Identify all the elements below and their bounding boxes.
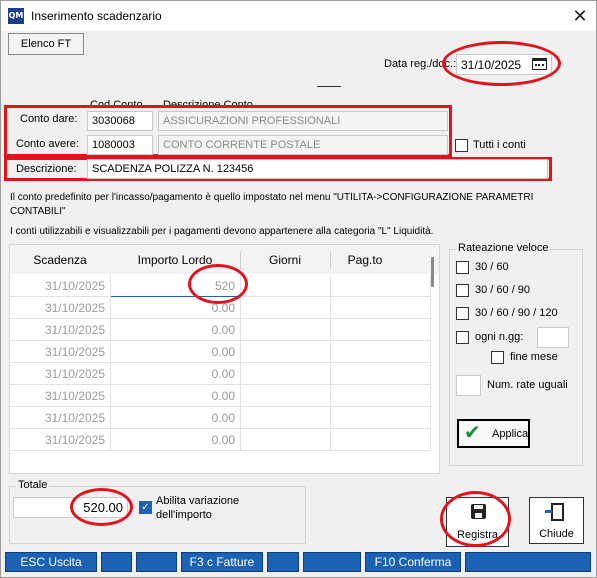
fkey-f3-fatture[interactable]: F3 c Fatture xyxy=(181,552,263,572)
ogni-ngg-input[interactable] xyxy=(537,327,569,348)
grid-cell-giorni[interactable] xyxy=(241,385,331,407)
grid-cell-scadenza[interactable]: 31/10/2025 xyxy=(10,363,111,385)
descrizione-input[interactable]: SCADENZA POLIZZA N. 123456 xyxy=(87,159,548,179)
app-logo-icon: QM xyxy=(8,8,24,24)
grid-cell-giorni[interactable] xyxy=(241,341,331,363)
title-bar: QM Inserimento scadenzario ✕ xyxy=(1,1,596,31)
grid-row[interactable]: 31/10/2025 0.00 xyxy=(10,341,432,363)
conto-dare-code-input[interactable]: 3030068 xyxy=(87,111,153,131)
conto-dare-label: Conto dare: xyxy=(20,113,78,125)
grid-cell-importo[interactable]: 0.00 xyxy=(111,407,241,429)
grid-cell-scadenza[interactable]: 31/10/2025 xyxy=(10,341,111,363)
annotation-circle-importo xyxy=(188,264,248,304)
fine-mese-checkbox[interactable] xyxy=(491,351,504,364)
window-title: Inserimento scadenzario xyxy=(31,9,162,23)
grid-cell-importo[interactable]: 0.00 xyxy=(111,363,241,385)
grid-cell-giorni[interactable] xyxy=(241,297,331,319)
annotation-circle-date xyxy=(442,41,561,86)
grid-cell-giorni[interactable] xyxy=(241,319,331,341)
rateazione-30-60-90-120-label: 30 / 60 / 90 / 120 xyxy=(475,307,558,319)
grid-cell-scadenza[interactable]: 31/10/2025 xyxy=(10,407,111,429)
fkey-blank[interactable] xyxy=(136,552,177,572)
rateazione-30-60-90-checkbox[interactable] xyxy=(456,284,469,297)
exit-door-icon xyxy=(545,503,564,521)
grid-cell-importo[interactable]: 0.00 xyxy=(111,341,241,363)
grid-header-scadenza[interactable]: Scadenza xyxy=(10,253,110,267)
grid-cell-scadenza[interactable]: 31/10/2025 xyxy=(10,319,111,341)
rateazione-30-60-label: 30 / 60 xyxy=(475,261,509,273)
grid-header-giorni[interactable]: Giorni xyxy=(240,253,330,267)
grid-cell-giorni[interactable] xyxy=(241,275,331,297)
grid-row[interactable]: 31/10/2025 0.00 xyxy=(10,363,432,385)
fkey-blank[interactable] xyxy=(101,552,132,572)
grid-cell-pagto[interactable] xyxy=(331,341,431,363)
tutti-conti-label: Tutti i conti xyxy=(473,139,526,151)
checkmark-icon: ✔ xyxy=(464,422,481,444)
grid-cell-importo[interactable]: 0.00 xyxy=(111,319,241,341)
totale-title: Totale xyxy=(16,479,50,491)
grid-row[interactable]: 31/10/2025 0.00 xyxy=(10,385,432,407)
grid-cell-giorni[interactable] xyxy=(241,429,331,451)
rateazione-30-60-90-label: 30 / 60 / 90 xyxy=(475,284,531,296)
grid-cell-scadenza[interactable]: 31/10/2025 xyxy=(10,385,111,407)
grid-row[interactable]: 31/10/2025 0.00 xyxy=(10,429,432,451)
rateazione-30-60-checkbox[interactable] xyxy=(456,261,469,274)
descrizione-label: Descrizione: xyxy=(16,163,77,175)
dialog-window: QM Inserimento scadenzario ✕ Elenco FT D… xyxy=(0,0,597,578)
fkey-esc-uscita[interactable]: ESC Uscita xyxy=(5,552,97,572)
fkey-blank[interactable] xyxy=(267,552,299,572)
ogni-ngg-checkbox[interactable] xyxy=(456,331,469,344)
grid-cell-pagto[interactable] xyxy=(331,385,431,407)
grid-cell-scadenza[interactable]: 31/10/2025 xyxy=(10,275,111,297)
grid-cell-giorni[interactable] xyxy=(241,407,331,429)
applica-label: Applica xyxy=(492,428,529,440)
grid-cell-importo[interactable]: 0.00 xyxy=(111,385,241,407)
conto-avere-description: CONTO CORRENTE POSTALE xyxy=(158,135,448,155)
grid-cell-pagto[interactable] xyxy=(331,275,431,297)
close-icon[interactable]: ✕ xyxy=(568,5,592,27)
separator-line xyxy=(317,86,341,87)
grid-cell-scadenza[interactable]: 31/10/2025 xyxy=(10,297,111,319)
rateazione-title: Rateazione veloce xyxy=(456,242,551,254)
chiude-label: Chiude xyxy=(539,528,574,540)
abilita-variazione-label-2: dell'importo xyxy=(156,509,212,521)
fkey-f10-conferma[interactable]: F10 Conferma xyxy=(365,552,461,572)
num-rate-label: Num. rate uguali xyxy=(487,379,568,391)
chiude-button[interactable]: Chiude xyxy=(529,497,584,544)
conto-dare-description: ASSICURAZIONI PROFESSIONALI xyxy=(158,111,448,131)
grid-cell-pagto[interactable] xyxy=(331,363,431,385)
grid-cell-pagto[interactable] xyxy=(331,429,431,451)
info-text-liquidita: I conti utilizzabili e visualizzabili pe… xyxy=(10,226,434,237)
fkey-blank[interactable] xyxy=(465,552,591,572)
info-text-config: Il conto predefinito per l'incasso/pagam… xyxy=(10,192,534,217)
grid-cell-importo[interactable]: 0.00 xyxy=(111,429,241,451)
grid-header-pagto[interactable]: Pag.to xyxy=(330,253,400,267)
annotation-circle-totale xyxy=(70,488,133,526)
num-rate-input[interactable] xyxy=(456,375,481,396)
conto-avere-code-input[interactable]: 1080003 xyxy=(87,135,153,155)
conto-avere-label: Conto avere: xyxy=(16,138,79,150)
grid-cell-giorni[interactable] xyxy=(241,363,331,385)
abilita-variazione-checkbox[interactable]: ✓ xyxy=(139,501,152,514)
grid-scrollbar[interactable] xyxy=(431,257,434,287)
ogni-ngg-label: ogni n.gg: xyxy=(475,331,524,343)
fkey-blank[interactable] xyxy=(303,552,361,572)
rateazione-30-60-90-120-checkbox[interactable] xyxy=(456,307,469,320)
annotation-circle-registra xyxy=(440,491,511,547)
applica-button[interactable]: ✔ Applica xyxy=(457,419,530,448)
elenco-ft-button[interactable]: Elenco FT xyxy=(8,33,84,55)
grid-cell-pagto[interactable] xyxy=(331,319,431,341)
tutti-conti-checkbox[interactable] xyxy=(455,139,468,152)
grid-cell-pagto[interactable] xyxy=(331,297,431,319)
grid-row[interactable]: 31/10/2025 0.00 xyxy=(10,407,432,429)
fine-mese-label: fine mese xyxy=(510,351,558,363)
abilita-variazione-label: Abilita variazione xyxy=(156,495,240,507)
grid-cell-pagto[interactable] xyxy=(331,407,431,429)
grid-row[interactable]: 31/10/2025 0.00 xyxy=(10,319,432,341)
grid-cell-scadenza[interactable]: 31/10/2025 xyxy=(10,429,111,451)
